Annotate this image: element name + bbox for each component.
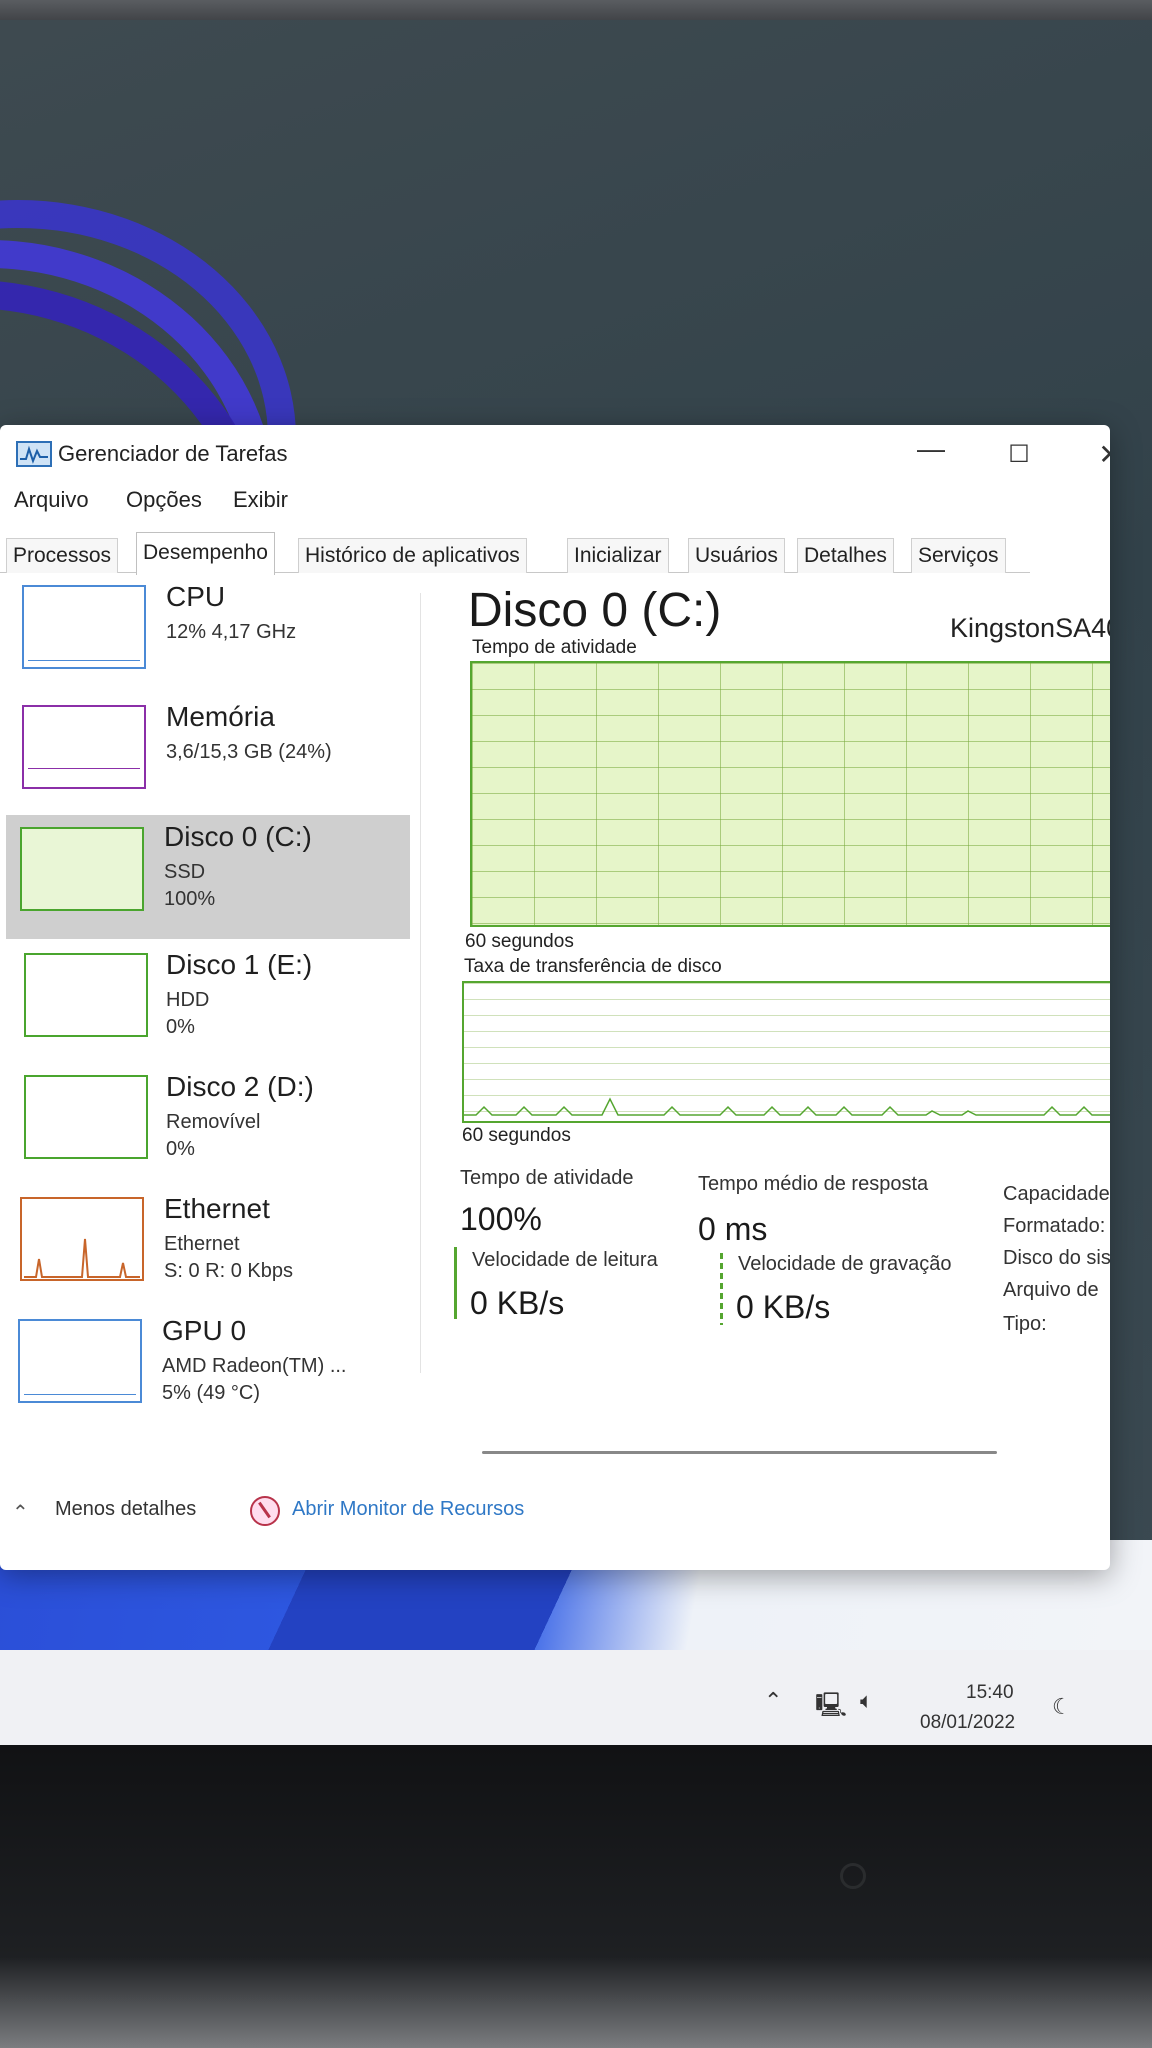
tab-bar: Processos Desempenho Histórico de aplica… xyxy=(0,530,1030,575)
window-title: Gerenciador de Tarefas xyxy=(58,441,288,466)
chevron-up-icon[interactable]: ⌃ xyxy=(12,1500,29,1525)
tab-servicos[interactable]: Serviços xyxy=(911,538,1006,573)
tab-inicializar[interactable]: Inicializar xyxy=(567,538,669,573)
close-button[interactable]: ✕ xyxy=(1085,437,1110,473)
tab-historico[interactable]: Histórico de aplicativos xyxy=(298,538,527,573)
open-resource-monitor-link[interactable]: Abrir Monitor de Recursos xyxy=(292,1498,524,1521)
sidebar-item-detail: 12% 4,17 GHz xyxy=(166,621,297,643)
read-speed-indicator xyxy=(454,1247,457,1319)
disk1-thumbnail xyxy=(24,953,148,1037)
sidebar-item-throughput: S: 0 R: 0 Kbps xyxy=(164,1260,293,1282)
less-details-link[interactable]: Menos detalhes xyxy=(55,1498,196,1521)
horizontal-scrollbar[interactable] xyxy=(482,1451,997,1454)
minimize-button[interactable]: — xyxy=(906,431,956,467)
sidebar-item-label: CPU xyxy=(166,581,226,612)
memory-thumbnail xyxy=(22,705,146,789)
read-speed-label: Velocidade de leitura xyxy=(472,1249,658,1271)
resource-monitor-icon[interactable] xyxy=(250,1496,280,1526)
moon-icon[interactable]: ☾ xyxy=(1052,1694,1072,1720)
sidebar-item-label: GPU 0 xyxy=(162,1315,247,1346)
tab-processos[interactable]: Processos xyxy=(6,538,119,573)
sidebar-item-label: Ethernet xyxy=(164,1193,270,1224)
page-file-label: Arquivo de xyxy=(1003,1279,1099,1301)
task-manager-window: Gerenciador de Tarefas — ☐ ✕ Arquivo Opç… xyxy=(0,425,1110,1570)
capacity-label: Capacidade xyxy=(1003,1183,1110,1205)
cpu-thumbnail xyxy=(22,585,146,669)
sidebar-item-detail: Removível xyxy=(166,1111,261,1133)
active-time-graph-label: Tempo de atividade xyxy=(472,637,637,658)
sidebar-item-label: Disco 0 (C:) xyxy=(164,821,312,852)
sidebar-item-usage: 5% (49 °C) xyxy=(162,1382,261,1404)
disk0-thumbnail xyxy=(20,827,144,911)
tray-date[interactable]: 08/01/2022 xyxy=(920,1712,1015,1734)
ethernet-thumbnail xyxy=(20,1197,144,1281)
sidebar-divider xyxy=(420,593,421,1373)
monitor-bezel xyxy=(0,1745,1152,2048)
task-manager-app-icon xyxy=(16,441,52,467)
title-bar[interactable]: Gerenciador de Tarefas — ☐ ✕ xyxy=(0,425,1110,485)
sidebar-item-detail: 3,6/15,3 GB (24%) xyxy=(166,741,332,763)
menu-exibir[interactable]: Exibir xyxy=(233,487,288,513)
menu-opcoes[interactable]: Opções xyxy=(126,487,202,513)
maximize-button[interactable]: ☐ xyxy=(994,437,1044,473)
sidebar-item-detail: HDD xyxy=(166,989,210,1011)
sidebar-item-detail: AMD Radeon(TM) ... xyxy=(162,1355,347,1377)
transfer-rate-graph-label: Taxa de transferência de disco xyxy=(464,956,722,977)
disk-title: Disco 0 (C:) xyxy=(468,584,722,637)
sidebar-item-usage: 100% xyxy=(164,888,216,910)
active-time-stat-label: Tempo de atividade xyxy=(460,1167,634,1189)
tab-desempenho[interactable]: Desempenho xyxy=(136,532,275,575)
write-speed-label: Velocidade de gravação xyxy=(738,1253,952,1275)
disk2-thumbnail xyxy=(24,1075,148,1159)
write-speed-indicator xyxy=(720,1253,723,1325)
read-speed-value: 0 KB/s xyxy=(470,1285,565,1321)
active-time-stat-value: 100% xyxy=(460,1201,542,1237)
performance-content: CPU 12% 4,17 GHz Memória 3,6/15,3 GB (24… xyxy=(0,573,1110,1454)
sidebar-item-label: Memória xyxy=(166,701,275,732)
sidebar-item-label: Disco 1 (E:) xyxy=(166,949,313,980)
response-time-stat-label: Tempo médio de resposta xyxy=(698,1173,929,1195)
network-icon[interactable]: 🖳 xyxy=(815,1688,847,1729)
sidebar-item-memoria[interactable]: Memória 3,6/15,3 GB (24%) xyxy=(6,695,410,813)
power-icon xyxy=(840,1863,866,1889)
footer: ⌃ Menos detalhes Abrir Monitor de Recurs… xyxy=(0,1490,1110,1550)
tab-usuarios[interactable]: Usuários xyxy=(688,538,785,573)
sidebar-item-ethernet[interactable]: Ethernet Ethernet S: 0 R: 0 Kbps xyxy=(6,1187,410,1305)
sidebar-item-usage: 0% xyxy=(166,1016,195,1038)
active-time-graph-duration: 60 segundos xyxy=(465,931,574,952)
sidebar-item-disco2[interactable]: Disco 2 (D:) Removível 0% xyxy=(6,1065,410,1183)
sidebar-item-detail: SSD xyxy=(164,861,206,883)
tab-detalhes[interactable]: Detalhes xyxy=(797,538,894,573)
sidebar-item-gpu0[interactable]: GPU 0 AMD Radeon(TM) ... 5% (49 °C) xyxy=(6,1309,410,1427)
type-label: Tipo: xyxy=(1003,1313,1047,1335)
transfer-rate-graph-duration: 60 segundos xyxy=(462,1125,571,1146)
formatted-label: Formatado: xyxy=(1003,1215,1106,1237)
disk-model: KingstonSA40 xyxy=(950,613,1110,643)
taskbar: ⌃ 🖳 🔈︎ 15:40 08/01/2022 ☾ xyxy=(0,1650,1152,1745)
menu-arquivo[interactable]: Arquivo xyxy=(14,487,89,513)
tray-time[interactable]: 15:40 xyxy=(966,1682,1014,1704)
sidebar-item-disco0[interactable]: Disco 0 (C:) SSD 100% xyxy=(6,815,410,939)
sidebar-item-cpu[interactable]: CPU 12% 4,17 GHz xyxy=(6,575,410,693)
sidebar-item-detail: Ethernet xyxy=(164,1233,240,1255)
gpu-thumbnail xyxy=(18,1319,142,1403)
active-time-graph xyxy=(470,661,1110,927)
chevron-up-icon[interactable]: ⌃ xyxy=(764,1688,782,1714)
sidebar-item-label: Disco 2 (D:) xyxy=(166,1071,314,1102)
response-time-stat-value: 0 ms xyxy=(698,1211,768,1247)
sidebar-item-usage: 0% xyxy=(166,1138,195,1160)
system-disk-label: Disco do sis xyxy=(1003,1247,1110,1269)
speaker-icon[interactable]: 🔈︎ xyxy=(860,1688,873,1714)
sidebar-item-disco1[interactable]: Disco 1 (E:) HDD 0% xyxy=(6,943,410,1061)
transfer-rate-graph xyxy=(462,981,1110,1123)
write-speed-value: 0 KB/s xyxy=(736,1289,831,1325)
